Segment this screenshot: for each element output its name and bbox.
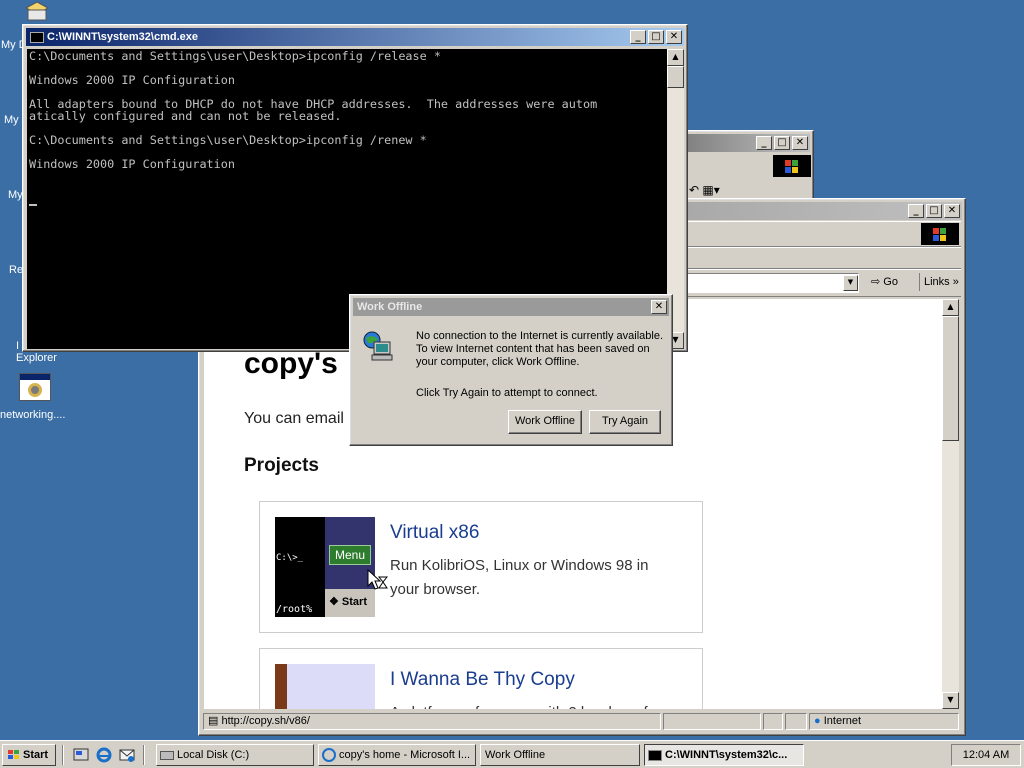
task-local-disk[interactable]: Local Disk (C:) bbox=[156, 744, 314, 766]
status-zone: ● Internet bbox=[809, 713, 959, 730]
address-dropdown-button[interactable]: ▼ bbox=[843, 275, 858, 291]
dialog-titlebar[interactable]: Work Offline ✕ bbox=[353, 298, 669, 316]
windows-flag-icon bbox=[8, 750, 19, 759]
views-icon[interactable]: ↶ ▦▾ bbox=[689, 183, 720, 197]
try-again-button[interactable]: Try Again bbox=[589, 410, 661, 434]
work-offline-dialog[interactable]: Work Offline ✕ No connection to the Inte… bbox=[349, 294, 673, 446]
dialog-close-button[interactable]: ✕ bbox=[651, 300, 667, 314]
minimize-button[interactable]: _ bbox=[756, 136, 772, 150]
internet-explorer-icon[interactable] bbox=[96, 747, 113, 763]
desktop-label-my-computer[interactable]: My bbox=[4, 114, 19, 126]
cmd-minimize-button[interactable]: _ bbox=[630, 30, 646, 44]
console-cursor bbox=[29, 204, 37, 206]
project-card[interactable]: C:\>_ /root% Menu ❖ Start Virtual x86 Ru… bbox=[259, 501, 703, 633]
maximize-button[interactable]: □ bbox=[774, 136, 790, 150]
desktop-label-ie-1[interactable]: I bbox=[16, 340, 19, 352]
dialog-message-3: your computer, click Work Offline. bbox=[416, 356, 580, 368]
task-cmd[interactable]: C:\WINNT\system32\c... bbox=[644, 744, 804, 766]
scroll-thumb[interactable] bbox=[942, 316, 959, 441]
busy-cursor-icon bbox=[367, 569, 389, 590]
cmd-close-button[interactable]: ✕ bbox=[666, 30, 682, 44]
console-line: Windows 2000 IP Configuration bbox=[29, 157, 235, 171]
show-desktop-icon[interactable] bbox=[73, 747, 90, 763]
v86-thumbnail[interactable]: C:\>_ /root% Menu ❖ Start bbox=[275, 517, 375, 617]
globe-icon: ● bbox=[814, 715, 821, 727]
project-title-wanna-be-thy-copy[interactable]: I Wanna Be Thy Copy bbox=[390, 669, 575, 691]
page-title: copy's bbox=[244, 347, 338, 380]
my-documents-icon[interactable] bbox=[22, 0, 52, 22]
cmd-maximize-button[interactable]: □ bbox=[648, 30, 664, 44]
scroll-up-button[interactable]: ▲ bbox=[942, 299, 959, 316]
console-line: atically configured and can not be relea… bbox=[29, 109, 342, 123]
links-button[interactable]: Links » bbox=[919, 273, 959, 291]
ie-throbber-logo-icon bbox=[921, 223, 959, 245]
start-button[interactable]: Start bbox=[2, 744, 56, 766]
copy-game-thumbnail[interactable] bbox=[275, 664, 375, 709]
desktop-label-my-network[interactable]: My bbox=[8, 189, 23, 201]
project-desc: Run KolibriOS, Linux or Windows 98 in yo… bbox=[390, 557, 649, 598]
drive-icon bbox=[160, 751, 174, 760]
desktop-label-recycle-bin[interactable]: Re bbox=[9, 264, 23, 276]
dialog-message-4: Click Try Again to attempt to connect. bbox=[416, 387, 598, 399]
cmd-task-icon bbox=[648, 750, 662, 761]
project-card[interactable]: I Wanna Be Thy Copy A platformer fangame… bbox=[259, 648, 703, 709]
console-line: Windows 2000 IP Configuration bbox=[29, 73, 235, 87]
cmd-titlebar[interactable]: C:\WINNT\system32\cmd.exe _ □ ✕ bbox=[26, 28, 684, 46]
project-title-virtual-x86[interactable]: Virtual x86 bbox=[390, 522, 479, 544]
desktop-label-ie-2[interactable]: Explorer bbox=[16, 352, 57, 364]
close-button[interactable]: ✕ bbox=[792, 136, 808, 150]
desktop-label-networking[interactable]: networking.... bbox=[0, 409, 65, 421]
console-scroll-thumb[interactable] bbox=[667, 66, 684, 88]
system-tray-clock[interactable]: 12:04 AM bbox=[951, 744, 1021, 766]
ie-close-button[interactable]: ✕ bbox=[944, 204, 960, 218]
globe-computer-icon bbox=[363, 331, 393, 361]
work-offline-button[interactable]: Work Offline bbox=[508, 410, 582, 434]
taskbar: Start Local Disk (C:) copy's home - Micr… bbox=[0, 740, 1024, 768]
page-scrollbar[interactable]: ▲ ▼ bbox=[942, 299, 959, 709]
console-line: C:\Documents and Settings\user\Desktop>i… bbox=[29, 133, 427, 147]
console-line: C:\Documents and Settings\user\Desktop>i… bbox=[29, 49, 441, 63]
task-ie-copy-home[interactable]: copy's home - Microsoft I... bbox=[318, 744, 476, 766]
cmd-icon bbox=[30, 31, 44, 43]
dialog-message-1: No connection to the Internet is current… bbox=[416, 330, 664, 342]
page-email-text: You can email r bbox=[244, 410, 354, 427]
ie-minimize-button[interactable]: _ bbox=[908, 204, 924, 218]
go-button[interactable]: ⇨ Go bbox=[871, 273, 898, 291]
background-explorer-window[interactable]: _ □ ✕ ↶ ▦▾ bbox=[680, 130, 814, 202]
dialog-message-2: To view Internet content that has been s… bbox=[416, 343, 650, 355]
ie-maximize-button[interactable]: □ bbox=[926, 204, 942, 218]
console-scroll-up[interactable]: ▲ bbox=[667, 49, 684, 66]
ie-statusbar: ▤ http://copy.sh/v86/ ● Internet bbox=[203, 711, 961, 731]
project-desc: A platformer fangame with 2 levels so fa… bbox=[390, 701, 680, 709]
ie-task-icon bbox=[322, 748, 336, 762]
network-settings-icon[interactable] bbox=[19, 373, 51, 401]
windows-logo-icon bbox=[773, 155, 811, 177]
outlook-express-icon[interactable] bbox=[119, 747, 136, 763]
task-work-offline[interactable]: Work Offline bbox=[480, 744, 640, 766]
scroll-down-button[interactable]: ▼ bbox=[942, 692, 959, 709]
status-url: ▤ http://copy.sh/v86/ bbox=[203, 713, 661, 730]
projects-heading: Projects bbox=[244, 455, 319, 476]
background-window-titlebar[interactable]: _ □ ✕ bbox=[684, 134, 810, 152]
